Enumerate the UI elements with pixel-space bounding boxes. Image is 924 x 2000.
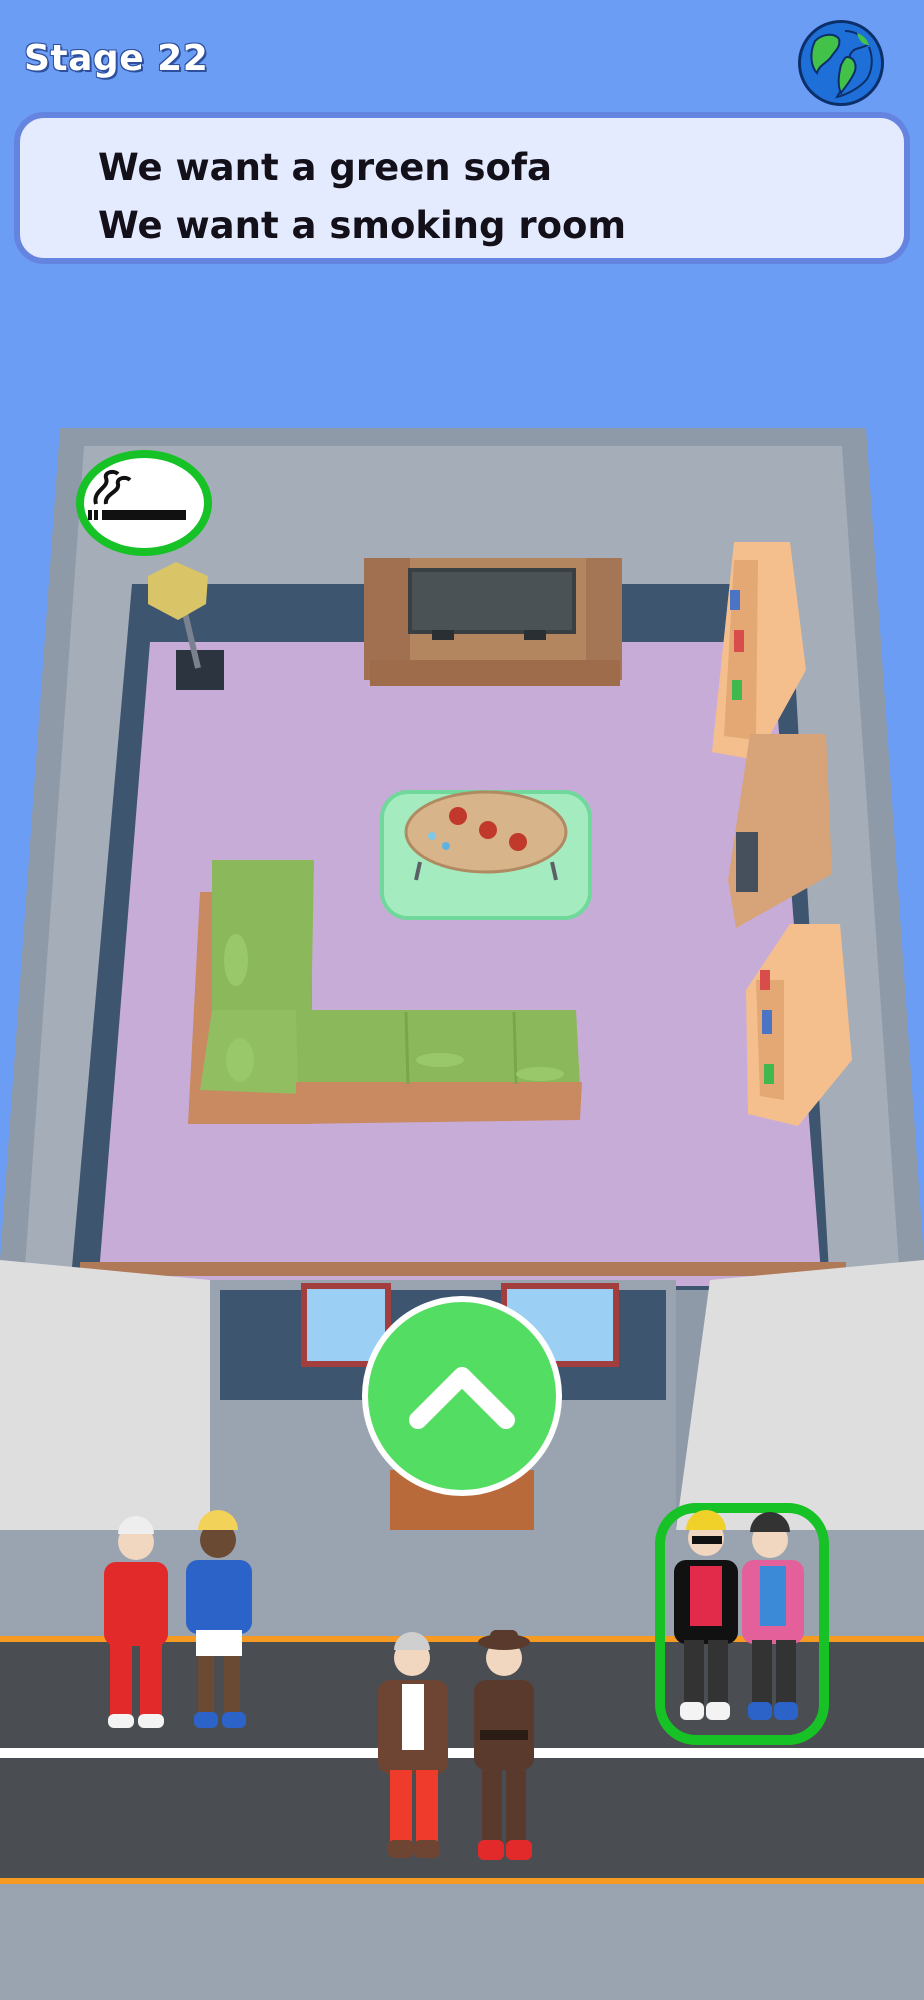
road-center-line (0, 1748, 924, 1758)
tv-cabinet (364, 558, 622, 686)
left-sidewalk-wall (0, 1260, 246, 1530)
room-scene (0, 428, 924, 2000)
right-sidewalk-wall (676, 1260, 924, 1530)
request-panel: We want a green sofa We want a smoking r… (14, 112, 910, 264)
stage-label: Stage 22 (24, 38, 209, 79)
request-green-sofa: We want a green sofa (98, 146, 553, 189)
up-button[interactable] (362, 1296, 562, 1496)
smoking-icon (76, 450, 212, 556)
chevron-up-icon (409, 1367, 515, 1429)
lamp-base (176, 650, 224, 690)
game-scene (0, 400, 924, 2000)
front-ledge (80, 1262, 846, 1276)
request-smoking-room: We want a smoking room (98, 204, 627, 247)
television (408, 568, 576, 634)
globe-icon[interactable] (798, 20, 884, 106)
